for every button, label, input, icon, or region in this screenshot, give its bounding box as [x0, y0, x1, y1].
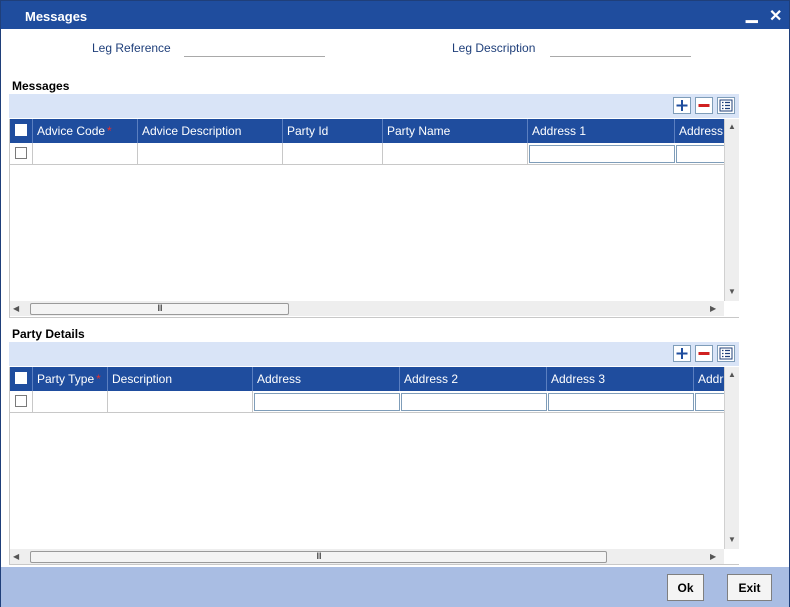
address-1-input[interactable]	[529, 145, 675, 163]
scroll-right-icon[interactable]: ▶	[710, 304, 716, 313]
single-view-button[interactable]	[717, 97, 735, 114]
address-3-input[interactable]	[548, 393, 694, 411]
add-row-button[interactable]	[673, 97, 691, 114]
scroll-left-icon[interactable]: ◀	[13, 552, 19, 561]
leg-description-field[interactable]	[550, 43, 691, 57]
address-cell	[253, 391, 400, 413]
scroll-up-icon[interactable]: ▲	[728, 370, 736, 379]
horizontal-scroll-thumb[interactable]: III	[30, 551, 607, 563]
advice-description-cell[interactable]	[138, 143, 283, 165]
scroll-right-icon[interactable]: ▶	[710, 552, 716, 561]
party-details-horizontal-scrollbar[interactable]: ◀ III ▶	[10, 549, 724, 564]
ok-button[interactable]: Ok	[667, 574, 704, 601]
scroll-down-icon[interactable]: ▼	[728, 287, 736, 296]
select-all-cell	[10, 367, 33, 391]
description-cell[interactable]	[108, 391, 253, 413]
messages-grid-header: Advice Code * Advice Description Party Id…	[10, 119, 735, 143]
party-details-grid: Party Type * Description Address Address …	[9, 367, 739, 565]
column-header-address-2[interactable]: Address 2	[400, 367, 547, 391]
leg-description-label: Leg Description	[452, 41, 536, 55]
party-type-cell[interactable]	[33, 391, 108, 413]
scroll-grip: III	[316, 551, 321, 561]
column-header-address-1[interactable]: Address 1	[528, 119, 675, 143]
single-view-button[interactable]	[717, 345, 735, 362]
address-2-input[interactable]	[401, 393, 547, 411]
party-details-grid-header: Party Type * Description Address Address …	[10, 367, 734, 391]
column-header-advice-description[interactable]: Advice Description	[138, 119, 283, 143]
address-3-cell	[547, 391, 694, 413]
column-header-advice-code[interactable]: Advice Code *	[33, 119, 138, 143]
required-marker: *	[96, 372, 101, 386]
column-header-address[interactable]: Address	[253, 367, 400, 391]
scroll-left-icon[interactable]: ◀	[13, 304, 19, 313]
minimize-icon[interactable]: ▁	[746, 5, 758, 23]
exit-button[interactable]: Exit	[727, 574, 772, 601]
column-label: Party Type	[37, 372, 95, 386]
row-select-cell	[10, 391, 33, 413]
party-details-toolbar	[9, 342, 739, 366]
plus-icon	[676, 348, 688, 359]
delete-row-button[interactable]	[695, 345, 713, 362]
close-icon[interactable]: ✕	[769, 6, 782, 26]
required-marker: *	[107, 124, 112, 138]
party-name-cell[interactable]	[383, 143, 528, 165]
scroll-up-icon[interactable]: ▲	[728, 122, 736, 131]
select-all-checkbox[interactable]	[15, 124, 27, 136]
messages-vertical-scrollbar[interactable]: ▲ ▼	[724, 119, 739, 301]
column-header-description[interactable]: Description	[108, 367, 253, 391]
scroll-down-icon[interactable]: ▼	[728, 535, 736, 544]
messages-toolbar	[9, 94, 739, 118]
messages-section-title: Messages	[12, 79, 70, 93]
row-checkbox[interactable]	[15, 147, 27, 159]
messages-window: Messages ▁ ✕ Leg Reference Leg Descripti…	[0, 0, 790, 607]
table-row	[10, 391, 735, 413]
row-checkbox[interactable]	[15, 395, 27, 407]
title-bar: Messages ▁ ✕	[1, 1, 789, 29]
party-id-cell[interactable]	[283, 143, 383, 165]
messages-horizontal-scrollbar[interactable]: ◀ III ▶	[10, 301, 724, 316]
column-header-party-type[interactable]: Party Type *	[33, 367, 108, 391]
list-view-icon	[719, 347, 733, 360]
messages-grid: Advice Code * Advice Description Party Id…	[9, 119, 739, 318]
list-view-icon	[719, 99, 733, 112]
advice-code-cell[interactable]	[33, 143, 138, 165]
select-all-cell	[10, 119, 33, 143]
party-details-section-title: Party Details	[12, 327, 85, 341]
leg-reference-field[interactable]	[184, 43, 325, 57]
minus-icon	[698, 352, 710, 355]
leg-reference-label: Leg Reference	[92, 41, 171, 55]
column-label: Advice Code	[37, 124, 106, 138]
address-1-cell	[528, 143, 675, 165]
window-title: Messages	[25, 9, 88, 24]
address-2-cell	[400, 391, 547, 413]
select-all-checkbox[interactable]	[15, 372, 27, 384]
column-header-party-id[interactable]: Party Id	[283, 119, 383, 143]
footer-bar: Ok Exit	[1, 567, 789, 607]
horizontal-scroll-thumb[interactable]: III	[30, 303, 289, 315]
address-input[interactable]	[254, 393, 400, 411]
minus-icon	[698, 104, 710, 107]
row-select-cell	[10, 143, 33, 165]
scroll-grip: III	[157, 303, 162, 313]
delete-row-button[interactable]	[695, 97, 713, 114]
add-row-button[interactable]	[673, 345, 691, 362]
table-row	[10, 143, 736, 165]
plus-icon	[676, 100, 688, 111]
column-header-party-name[interactable]: Party Name	[383, 119, 528, 143]
party-details-vertical-scrollbar[interactable]: ▲ ▼	[724, 367, 739, 549]
column-header-address-3[interactable]: Address 3	[547, 367, 694, 391]
